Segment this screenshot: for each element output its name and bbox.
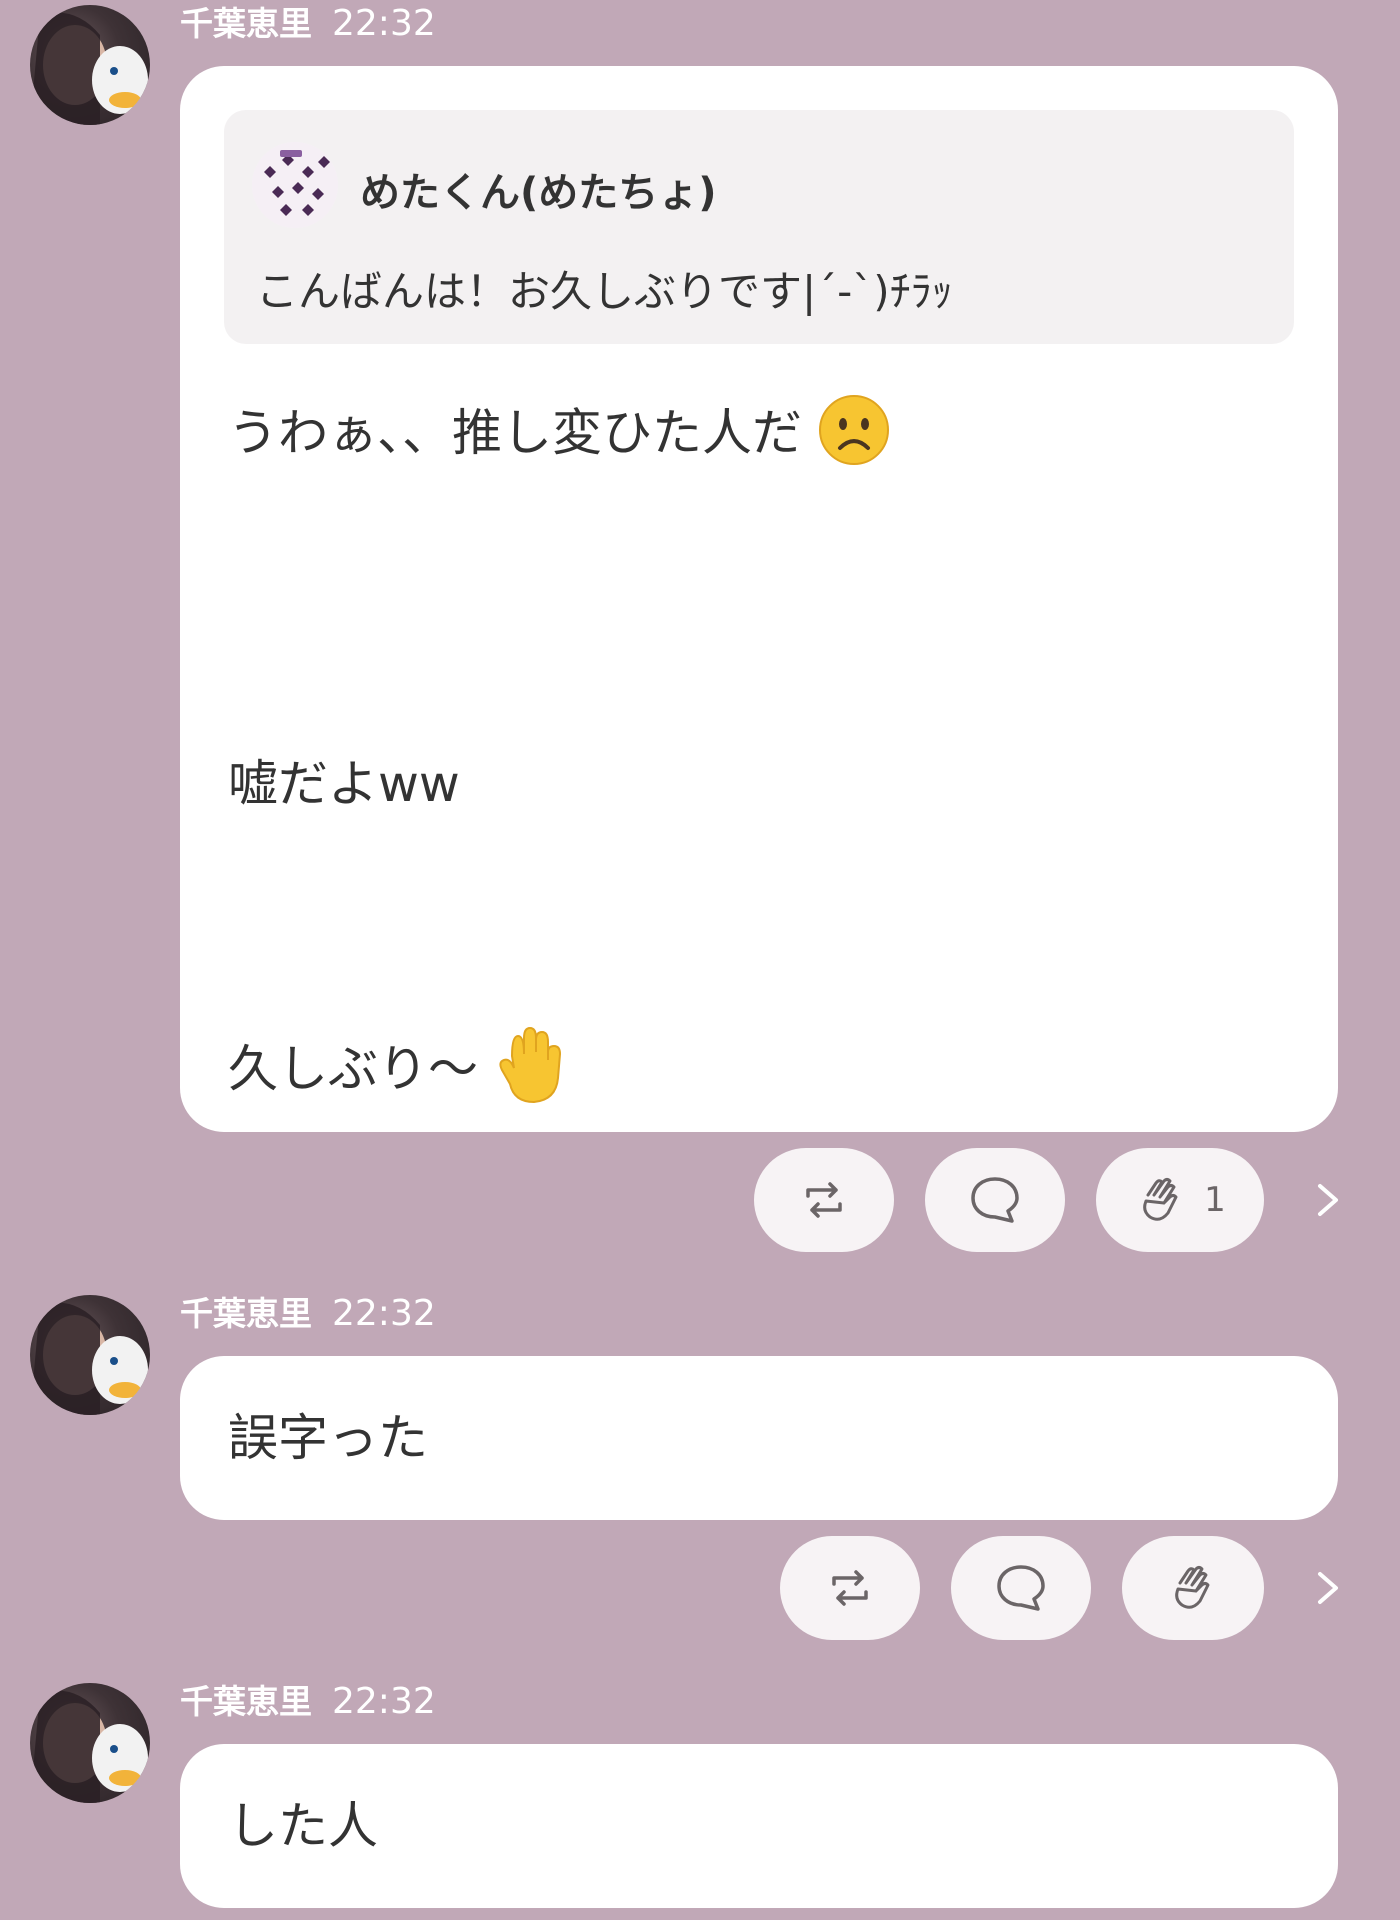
comment-button[interactable] xyxy=(925,1148,1065,1252)
action-bar: 1 xyxy=(0,1148,1400,1252)
clap-icon xyxy=(1143,1178,1178,1221)
message-text: 久しぶり〜 xyxy=(228,1040,478,1098)
action-bar xyxy=(0,1536,1400,1640)
message-line: 久しぶり〜 xyxy=(228,1026,566,1119)
raised-hand-icon xyxy=(494,1026,566,1119)
clap-icon xyxy=(1175,1566,1210,1609)
avatar[interactable] xyxy=(30,5,150,125)
message-meta: 千葉恵里 22:32 xyxy=(180,1292,436,1336)
clap-button[interactable] xyxy=(1122,1536,1264,1640)
clap-button[interactable]: 1 xyxy=(1096,1148,1264,1252)
avatar[interactable] xyxy=(30,1683,150,1803)
repost-icon xyxy=(832,1570,868,1606)
repost-button[interactable] xyxy=(780,1536,920,1640)
message-line: うわぁ、、推し変ひた人だ xyxy=(228,394,890,479)
clap-count: 1 xyxy=(1204,1180,1226,1220)
message-bubble[interactable]: 誤字った xyxy=(180,1356,1338,1520)
message-text: した人 xyxy=(228,1797,378,1855)
message-meta: 千葉恵里 22:32 xyxy=(180,2,436,46)
timestamp: 22:32 xyxy=(332,3,436,44)
quoted-post[interactable]: めたくん(めたちょ) こんばんは！お久しぶりです|´-`)ﾁﾗｯ xyxy=(224,110,1294,344)
sender-name: 千葉恵里 xyxy=(180,1294,312,1333)
timestamp: 22:32 xyxy=(332,1293,436,1334)
message-text: 誤字った xyxy=(228,1409,428,1467)
repost-button[interactable] xyxy=(754,1148,894,1252)
sender-name: 千葉恵里 xyxy=(180,4,312,43)
repost-icon xyxy=(806,1182,842,1218)
chevron-right-icon[interactable] xyxy=(1308,1566,1348,1610)
frowning-face-icon xyxy=(818,394,890,479)
message-text: うわぁ、、推し変ひた人だ xyxy=(228,404,802,462)
timestamp: 22:32 xyxy=(332,1681,436,1722)
quoted-avatar xyxy=(252,142,338,228)
message-bubble[interactable]: した人 xyxy=(180,1744,1338,1908)
message-bubble[interactable]: めたくん(めたちょ) こんばんは！お久しぶりです|´-`)ﾁﾗｯ うわぁ、、推し… xyxy=(180,66,1338,1132)
comment-icon xyxy=(971,1177,1019,1223)
quoted-author: めたくん(めたちょ) xyxy=(360,170,717,216)
comment-button[interactable] xyxy=(951,1536,1091,1640)
message-line: 嘘だよww xyxy=(228,755,460,813)
chevron-right-icon[interactable] xyxy=(1308,1178,1348,1222)
comment-icon xyxy=(997,1565,1045,1611)
avatar[interactable] xyxy=(30,1295,150,1415)
quoted-text: こんばんは！お久しぶりです|´-`)ﾁﾗｯ xyxy=(256,267,953,316)
message-meta: 千葉恵里 22:32 xyxy=(180,1680,436,1724)
sender-name: 千葉恵里 xyxy=(180,1682,312,1721)
